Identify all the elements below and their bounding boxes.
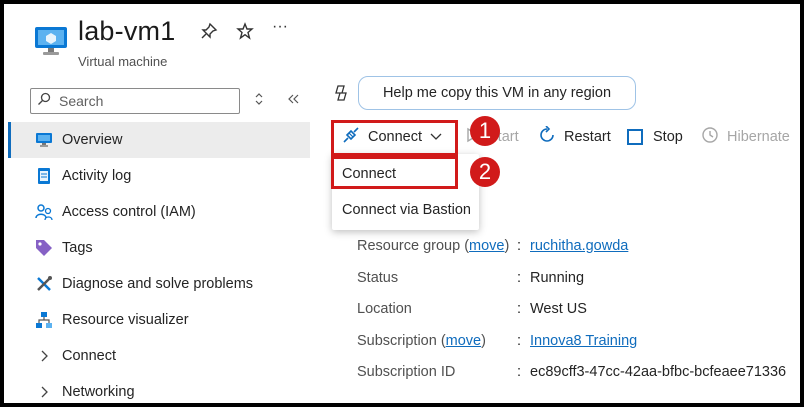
pin-icon[interactable] xyxy=(200,22,218,45)
subscription-move-link[interactable]: move xyxy=(446,333,481,349)
sidebar-item-label: Connect xyxy=(62,348,117,364)
wrench-icon xyxy=(34,274,54,294)
clock-icon xyxy=(701,126,719,149)
sidebar-item-label: Overview xyxy=(62,132,123,148)
chevron-right-icon xyxy=(34,346,54,366)
copilot-suggestion-button[interactable]: Help me copy this VM in any region xyxy=(358,76,636,110)
essentials-row-subscription-id: Subscription ID : ec89cff3-47cc-42aa-bfb… xyxy=(357,358,797,390)
stop-button-label: Stop xyxy=(653,129,683,145)
resource-group-move-link[interactable]: move xyxy=(469,238,504,254)
resource-group-value-link[interactable]: ruchitha.gowda xyxy=(530,238,628,254)
sidebar-item-diagnose[interactable]: Diagnose and solve problems xyxy=(8,266,310,302)
sidebar-item-overview[interactable]: Overview xyxy=(8,122,310,158)
resource-group-label: Resource group (move) xyxy=(357,238,510,254)
monitor-icon xyxy=(34,130,54,150)
sidebar-item-label: Activity log xyxy=(62,168,132,184)
sidebar-item-label: Access control (IAM) xyxy=(62,204,196,220)
sidebar-item-label: Networking xyxy=(62,384,135,400)
separator-colon: : xyxy=(517,332,522,349)
sidebar-item-label: Resource visualizer xyxy=(62,312,189,328)
page-title: lab-vm1 xyxy=(78,16,176,46)
sidebar-item-activity-log[interactable]: Activity log xyxy=(8,158,310,194)
annotation-box-connect-button xyxy=(331,120,458,156)
sidebar-item-networking[interactable]: Networking xyxy=(8,374,310,403)
restart-icon xyxy=(538,124,556,149)
status-label: Status xyxy=(357,269,399,286)
sidebar-item-access-control[interactable]: Access control (IAM) xyxy=(8,194,310,230)
location-value: West US xyxy=(530,301,587,317)
sidebar-item-tags[interactable]: Tags xyxy=(8,230,310,266)
separator-colon: : xyxy=(517,364,522,380)
essentials-row-status: Status : Running xyxy=(357,264,797,296)
separator-colon: : xyxy=(517,238,522,254)
page-subtitle: Virtual machine xyxy=(78,54,168,69)
search-placeholder: Search xyxy=(59,93,104,109)
sidebar-nav: Overview Activity log Access control (IA… xyxy=(8,122,310,403)
portal-window: lab-vm1 Virtual machine ··· Search Overv… xyxy=(4,4,800,403)
virtual-machine-icon xyxy=(35,27,67,55)
status-value: Running xyxy=(530,269,585,286)
annotation-box-connect-menu-item xyxy=(331,156,458,189)
subscription-id-label: Subscription ID xyxy=(357,364,456,380)
subscription-value-link[interactable]: Innova8 Training xyxy=(530,333,637,349)
expand-collapse-icon[interactable] xyxy=(254,92,264,109)
restart-button[interactable]: Restart xyxy=(538,122,611,152)
subscription-label: Subscription (move) xyxy=(357,332,486,349)
tree-icon xyxy=(34,310,54,330)
hibernate-button[interactable]: Hibernate xyxy=(701,122,790,152)
sidebar-item-label: Tags xyxy=(62,240,93,256)
menu-item-connect-via-bastion[interactable]: Connect via Bastion xyxy=(332,192,479,228)
location-label: Location xyxy=(357,301,412,317)
log-icon xyxy=(34,166,54,186)
essentials-row-resource-group: Resource group (move) : ruchitha.gowda xyxy=(357,232,797,264)
tag-icon xyxy=(34,238,54,258)
chevron-right-icon xyxy=(34,382,54,402)
hibernate-button-label: Hibernate xyxy=(727,129,790,145)
stop-icon xyxy=(627,129,643,145)
sidebar-item-label: Diagnose and solve problems xyxy=(62,276,254,292)
collapse-sidebar-icon[interactable] xyxy=(286,92,300,109)
people-icon xyxy=(34,202,54,222)
search-icon xyxy=(37,92,51,109)
essentials-row-subscription: Subscription (move) : Innova8 Training xyxy=(357,327,797,359)
essentials-panel: Resource group (move) : ruchitha.gowda S… xyxy=(357,232,797,390)
annotation-badge-1: 1 xyxy=(470,116,500,146)
separator-colon: : xyxy=(517,301,522,317)
subscription-id-value: ec89cff3-47cc-42aa-bfbc-bcfeaee71336 xyxy=(530,364,787,380)
star-icon[interactable] xyxy=(236,22,254,45)
essentials-row-location: Location : West US xyxy=(357,295,797,327)
copilot-icon xyxy=(332,84,350,107)
search-input[interactable]: Search xyxy=(30,88,240,114)
stop-button[interactable]: Stop xyxy=(627,122,683,152)
more-options-button[interactable]: ··· xyxy=(272,18,288,36)
sidebar-item-resource-visualizer[interactable]: Resource visualizer xyxy=(8,302,310,338)
separator-colon: : xyxy=(517,269,522,286)
annotation-badge-2: 2 xyxy=(470,157,500,187)
restart-button-label: Restart xyxy=(564,129,611,145)
sidebar-item-connect[interactable]: Connect xyxy=(8,338,310,374)
